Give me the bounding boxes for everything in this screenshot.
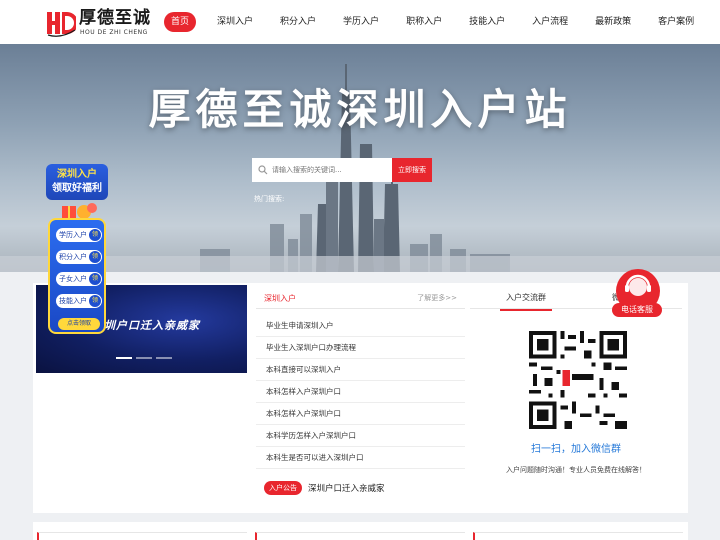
- nav-title-hukou[interactable]: 职称入户: [400, 12, 448, 32]
- nav-points-hukou[interactable]: 积分入户: [274, 12, 322, 32]
- news-list-panel: 深圳入户 了解更多>> 毕业生申请深圳入户 毕业生入深圳户口办理流程 本科直接可…: [256, 285, 465, 500]
- news-list-header: 深圳入户 了解更多>>: [256, 285, 465, 309]
- promo-item-tag: 领: [89, 251, 101, 263]
- promo-item-points[interactable]: 积分入户 领: [56, 250, 102, 264]
- notice-tag: 入户公告: [264, 481, 302, 495]
- news-more-link[interactable]: 了解更多>>: [417, 293, 457, 303]
- search-input[interactable]: [272, 166, 392, 174]
- search-icon: [258, 165, 268, 175]
- news-item[interactable]: 本科生是否可以进入深圳户口: [256, 447, 465, 469]
- banner-dot[interactable]: [156, 357, 172, 359]
- promo-item-children[interactable]: 子女入户 领: [56, 272, 102, 286]
- gift-icon: [62, 203, 97, 219]
- hot-search-label: 热门搜索:: [254, 195, 285, 203]
- hero-title: 厚德至诚深圳入户站: [148, 85, 572, 134]
- logo-text: 厚德至诚: [79, 8, 151, 28]
- news-item[interactable]: 本科怎样入户深圳户口: [256, 381, 465, 403]
- promo-item-tag: 领: [89, 295, 101, 307]
- qr-subtext: 入户问题随时沟通！专业人员免费在线解答！: [506, 466, 646, 474]
- section-card: [255, 532, 465, 540]
- nav-home[interactable]: 首页: [164, 12, 197, 32]
- news-item[interactable]: 本科直接可以深圳入户: [256, 359, 465, 381]
- promo-item-label: 子女入户: [59, 275, 87, 283]
- section-card: [37, 532, 247, 540]
- section-card: [473, 532, 683, 540]
- phone-service-label: 电话客服: [612, 303, 662, 317]
- promo-item-label: 学历入户: [59, 231, 87, 239]
- next-section-strip: [33, 522, 688, 540]
- promo-body: 学历入户 领 积分入户 领 子女入户 领 技能入户 领 点击领取: [48, 218, 106, 334]
- main-nav: 首页 深圳入户 积分入户 学历入户 职称入户 技能入户 入户流程 最新政策 客户…: [164, 12, 715, 32]
- banner-dot[interactable]: [136, 357, 152, 359]
- nav-cases[interactable]: 客户案例: [652, 12, 700, 32]
- news-item[interactable]: 本科学历怎样入户深圳户口: [256, 425, 465, 447]
- promo-item-skill[interactable]: 技能入户 领: [56, 294, 102, 308]
- promo-item-label: 积分入户: [59, 253, 87, 261]
- search-bar: 立即搜索: [252, 158, 432, 182]
- promo-claim-button[interactable]: 点击领取: [58, 318, 100, 330]
- notice-text[interactable]: 深圳户口迁入亲威家: [308, 482, 385, 494]
- banner-pagination: [116, 357, 176, 359]
- promo-header: 深圳入户 领取好福利: [46, 164, 108, 200]
- qr-panel: 入户交流群 微信客服 扫一扫，加入微信群 入户问题随时沟通！专业人员免费在线解答…: [470, 285, 682, 500]
- promo-item-degree[interactable]: 学历入户 领: [56, 228, 102, 242]
- nav-skill-hukou[interactable]: 技能入户: [463, 12, 511, 32]
- site-header: 厚德至诚 HOU DE ZHI CHENG 首页 深圳入户 积分入户 学历入户 …: [0, 0, 720, 44]
- nav-policy[interactable]: 最新政策: [589, 12, 637, 32]
- search-box[interactable]: [252, 158, 392, 182]
- nav-shenzhen-hukou[interactable]: 深圳入户: [211, 12, 259, 32]
- promo-item-tag: 领: [89, 229, 101, 241]
- phone-service-widget[interactable]: 电话客服: [612, 269, 662, 317]
- qr-caption: 扫一扫，加入微信群: [531, 444, 621, 455]
- promo-item-label: 技能入户: [59, 297, 87, 305]
- news-item[interactable]: 毕业生申请深圳入户: [256, 315, 465, 337]
- news-item[interactable]: 本科怎样入户深圳户口: [256, 403, 465, 425]
- promo-title: 深圳入户: [57, 169, 97, 180]
- news-item[interactable]: 毕业生入深圳户口办理流程: [256, 337, 465, 359]
- qr-code-image: [529, 331, 627, 429]
- logo-hd-icon: [47, 12, 76, 37]
- tab-group-chat[interactable]: 入户交流群: [500, 292, 552, 311]
- logo-subtext: HOU DE ZHI CHENG: [80, 29, 148, 36]
- site-logo[interactable]: 厚德至诚 HOU DE ZHI CHENG: [46, 8, 150, 38]
- nav-degree-hukou[interactable]: 学历入户: [337, 12, 385, 32]
- banner-dot[interactable]: [116, 357, 132, 359]
- notice-bar: 入户公告 深圳户口迁入亲威家: [264, 480, 464, 496]
- search-button[interactable]: 立即搜索: [392, 158, 432, 182]
- promo-subtitle: 领取好福利: [52, 183, 102, 194]
- promo-item-tag: 领: [89, 273, 101, 285]
- floating-promo-panel[interactable]: 深圳入户 领取好福利 学历入户 领 积分入户 领 子女入户 领 技能入户 领 点…: [40, 160, 112, 335]
- nav-process[interactable]: 入户流程: [526, 12, 574, 32]
- news-list-title[interactable]: 深圳入户: [264, 293, 296, 304]
